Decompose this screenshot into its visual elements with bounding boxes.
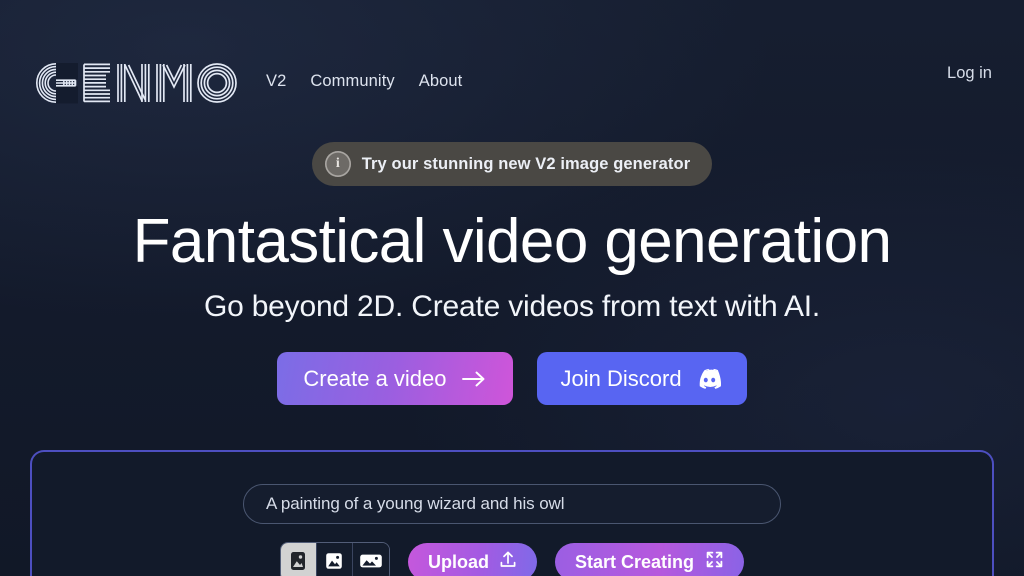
join-discord-label: Join Discord — [561, 366, 682, 392]
login-link[interactable]: Log in — [947, 64, 998, 83]
aspect-ratio-landscape[interactable] — [353, 543, 389, 576]
page-subtitle: Go beyond 2D. Create videos from text wi… — [0, 290, 1024, 324]
arrow-right-icon — [461, 369, 487, 389]
main-navigation: V2 Community About — [266, 72, 462, 91]
discord-icon — [696, 368, 723, 389]
upload-arrow-icon — [499, 550, 517, 574]
nav-item-v2[interactable]: V2 — [266, 72, 286, 91]
genmo-logo[interactable] — [32, 59, 238, 107]
image-square-icon — [324, 552, 344, 573]
aspect-ratio-portrait[interactable] — [281, 543, 317, 576]
image-portrait-icon — [290, 551, 306, 574]
start-creating-button[interactable]: Start Creating — [555, 543, 744, 576]
badge-label: Try our stunning new V2 image generator — [362, 155, 690, 174]
generator-panel: A painting of a young wizard and his owl — [30, 450, 994, 576]
expand-arrows-icon — [705, 550, 724, 574]
upload-label: Upload — [428, 552, 489, 573]
start-creating-label: Start Creating — [575, 552, 694, 573]
nav-item-about[interactable]: About — [419, 72, 463, 91]
prompt-input[interactable]: A painting of a young wizard and his owl — [243, 484, 781, 524]
generator-controls: Upload Start Creating — [32, 542, 992, 576]
join-discord-button[interactable]: Join Discord — [537, 352, 747, 405]
info-circle-icon: i — [325, 151, 351, 177]
genmo-striped-wordmark-icon — [32, 59, 238, 107]
info-glyph: i — [336, 157, 340, 171]
upload-button[interactable]: Upload — [408, 543, 537, 576]
create-a-video-button[interactable]: Create a video — [277, 352, 512, 405]
aspect-ratio-group — [280, 542, 390, 576]
create-video-label: Create a video — [303, 366, 446, 392]
site-header: V2 Community About Log in — [0, 0, 1024, 140]
aspect-ratio-square[interactable] — [317, 543, 353, 576]
cta-row: Create a video Join Discord — [0, 352, 1024, 405]
image-landscape-icon — [359, 552, 383, 573]
v2-announcement-badge[interactable]: i Try our stunning new V2 image generato… — [312, 142, 712, 186]
nav-item-community[interactable]: Community — [310, 72, 394, 91]
prompt-row: A painting of a young wizard and his owl — [32, 484, 992, 524]
hero-section: i Try our stunning new V2 image generato… — [0, 140, 1024, 405]
page-title: Fantastical video generation — [0, 210, 1024, 274]
